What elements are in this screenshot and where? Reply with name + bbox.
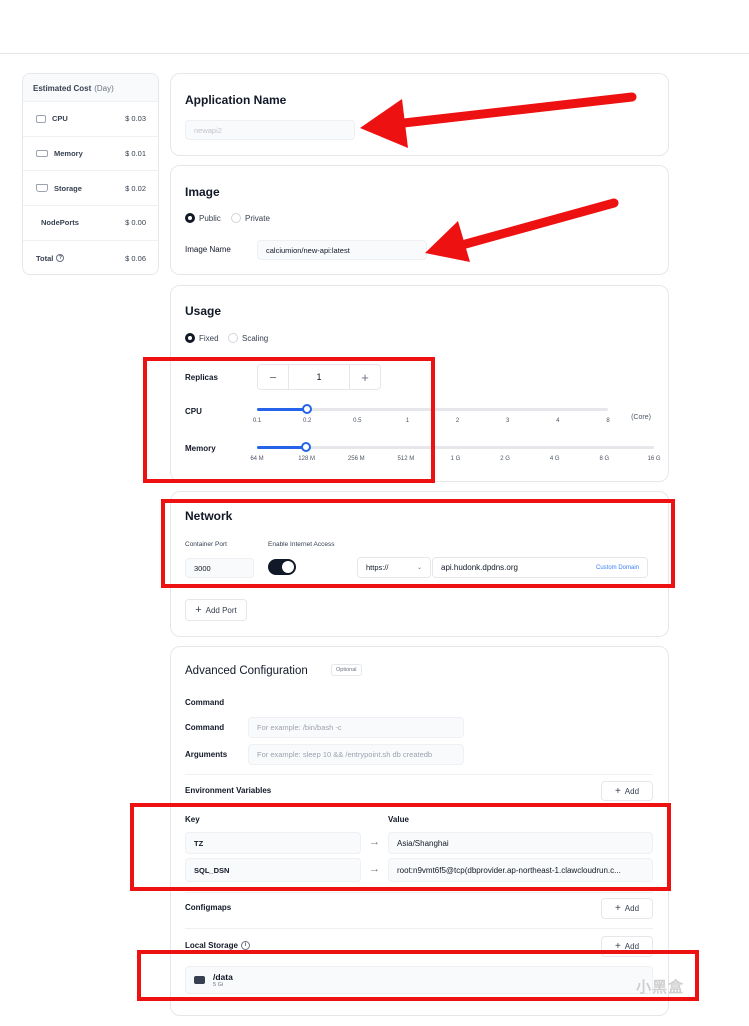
annotation-arrow — [425, 198, 619, 262]
annotation-arrow — [360, 92, 637, 148]
annotation-overlay — [360, 92, 637, 262]
watermark: 小黑盒 — [636, 979, 685, 996]
